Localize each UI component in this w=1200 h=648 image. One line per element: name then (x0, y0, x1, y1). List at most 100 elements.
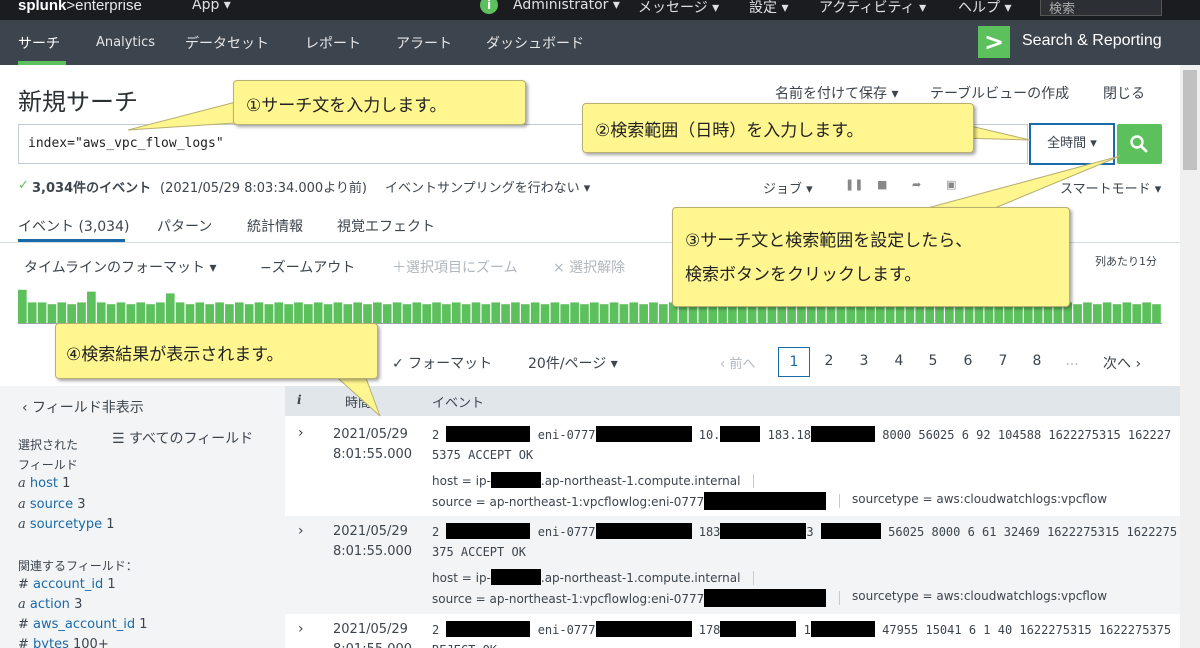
timeline-bar[interactable] (540, 304, 550, 324)
field-source[interactable]: a source 3 (18, 497, 86, 512)
timeline-bar[interactable] (471, 302, 481, 324)
timeline-bar[interactable] (87, 291, 96, 324)
timeline-bar[interactable] (165, 293, 175, 324)
field-action[interactable]: a action 3 (18, 597, 82, 612)
timeline-bar[interactable] (501, 304, 510, 324)
timeline-bar[interactable] (481, 304, 491, 324)
close-button[interactable]: 閉じる (1103, 83, 1145, 103)
timeline-bar[interactable] (520, 304, 530, 324)
timeline-bar[interactable] (96, 302, 106, 324)
all-fields-button[interactable]: ☰ すべてのフィールド (112, 428, 253, 448)
timeline-bar[interactable] (37, 302, 47, 324)
format-button[interactable]: ✓ フォーマット (392, 353, 492, 373)
timeline-bar[interactable] (185, 304, 195, 324)
timeline-bar[interactable] (146, 304, 155, 324)
scrollbar-thumb[interactable] (1183, 70, 1197, 170)
tab-visualization[interactable]: 視覚エフェクト (337, 216, 435, 236)
prev-page-button[interactable]: ‹ 前へ (720, 353, 755, 372)
field-host[interactable]: a host 1 (18, 476, 70, 491)
timeline-bar[interactable] (639, 304, 648, 324)
app-title[interactable]: Search & Reporting (1022, 32, 1162, 50)
page-4-button[interactable]: 4 (884, 353, 914, 369)
timeline-bar[interactable] (284, 304, 293, 324)
timeline-bar[interactable] (856, 304, 865, 324)
messages-menu[interactable]: メッセージ ▾ (638, 0, 719, 17)
timeline-bar[interactable] (244, 304, 254, 324)
timeline-bar[interactable] (126, 304, 136, 324)
tab-statistics[interactable]: 統計情報 (247, 216, 303, 236)
timeline-bar[interactable] (895, 304, 905, 324)
timeline-bar[interactable] (757, 304, 767, 324)
timeline-bar[interactable] (1083, 302, 1092, 324)
timeline-bar[interactable] (106, 304, 116, 324)
timeline-bar[interactable] (599, 304, 609, 324)
help-menu[interactable]: ヘルプ ▾ (958, 0, 1011, 17)
timeline-bar[interactable] (254, 302, 264, 324)
timeline-bar[interactable] (461, 304, 471, 324)
timeline-bar[interactable] (205, 304, 215, 324)
row-expand-icon[interactable]: › (298, 621, 304, 637)
job-menu[interactable]: ジョブ ▾ (763, 178, 813, 197)
timeline-bar[interactable] (116, 302, 126, 324)
timeline-bar[interactable] (382, 304, 392, 324)
timeline-bar[interactable] (412, 302, 422, 324)
hide-fields-button[interactable]: ‹ フィールド非表示 (22, 397, 144, 417)
timeline-bar[interactable] (994, 304, 1003, 324)
timeline-bar[interactable] (698, 304, 708, 324)
page-3-button[interactable]: 3 (849, 353, 879, 369)
row-host-field[interactable]: host = ip- .ap-northeast-1.compute.intern… (432, 569, 740, 585)
nav-search[interactable]: サーチ (18, 33, 60, 53)
timeline-bar[interactable] (442, 304, 451, 324)
timeline-bar[interactable] (67, 304, 76, 324)
timeline-bar[interactable] (1142, 302, 1151, 324)
deselect-button[interactable]: × 選択解除 (553, 257, 625, 277)
app-menu[interactable]: App ▾ (192, 0, 231, 13)
timeline-bar[interactable] (195, 302, 205, 324)
timeline-bar[interactable] (57, 302, 67, 324)
page-1-button[interactable]: 1 (778, 347, 810, 377)
nav-reports[interactable]: レポート (305, 33, 361, 53)
timeline-bar[interactable] (797, 304, 806, 324)
timeline-bar[interactable] (1073, 304, 1082, 324)
timeline-bar[interactable] (234, 302, 244, 324)
timeline-bar[interactable] (491, 302, 501, 324)
timeline-bar[interactable] (1092, 304, 1102, 324)
timeline-bar[interactable] (156, 302, 165, 324)
timeline-bar[interactable] (77, 302, 86, 324)
page-7-button[interactable]: 7 (988, 353, 1018, 369)
global-search-input[interactable]: 検索 (1040, 0, 1162, 17)
timeline-bar[interactable] (609, 302, 619, 324)
timeline-bar[interactable] (629, 302, 639, 324)
timeline-bar[interactable] (274, 302, 284, 324)
timeline-bar[interactable] (215, 302, 224, 324)
timeline-bar[interactable] (1014, 304, 1023, 324)
timeline-bar[interactable] (777, 304, 787, 324)
timeline-bar[interactable] (915, 304, 925, 324)
nav-dashboards[interactable]: ダッシュボード (486, 33, 584, 53)
zoom-out-button[interactable]: −ズームアウト (260, 257, 355, 277)
timeline-bar[interactable] (1112, 304, 1122, 324)
timeline-bar[interactable] (659, 304, 668, 324)
timeline-bar[interactable] (18, 289, 27, 324)
activity-menu[interactable]: アクティビティ ▾ (819, 0, 926, 17)
timeline-bar[interactable] (935, 304, 944, 324)
next-page-button[interactable]: 次へ › (1103, 353, 1141, 373)
zoom-to-selection-button[interactable]: ＋選択項目にズーム (392, 257, 518, 277)
create-table-view-button[interactable]: テーブルビューの作成 (930, 83, 1069, 103)
timeline-bar[interactable] (974, 304, 984, 324)
page-8-button[interactable]: 8 (1022, 353, 1052, 369)
page-5-button[interactable]: 5 (918, 353, 948, 369)
page-2-button[interactable]: 2 (814, 353, 844, 369)
timeline-bar[interactable] (737, 304, 747, 324)
timeline-bar[interactable] (323, 304, 333, 324)
timeline-bar[interactable] (1122, 302, 1132, 324)
timeline-bar[interactable] (422, 304, 431, 324)
page-6-button[interactable]: 6 (953, 353, 983, 369)
timeline-bar[interactable] (550, 302, 560, 324)
row-expand-icon[interactable]: › (298, 425, 304, 441)
timeline-bar[interactable] (678, 304, 688, 324)
per-page-dropdown[interactable]: 20件/ページ ▾ (528, 353, 618, 373)
timeline-bar[interactable] (836, 304, 846, 324)
timeline-bar[interactable] (363, 304, 372, 324)
save-as-button[interactable]: 名前を付けて保存 ▾ (775, 83, 898, 103)
